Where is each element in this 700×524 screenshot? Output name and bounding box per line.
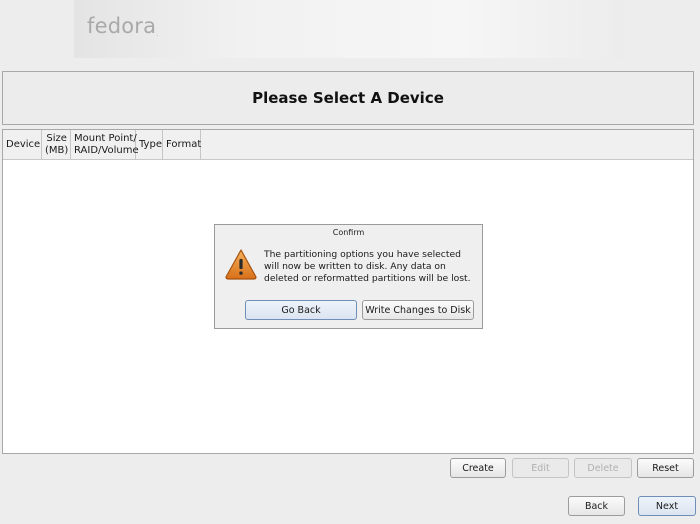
warning-icon [225, 249, 257, 280]
logo-mark: . [156, 31, 159, 38]
create-button[interactable]: Create [450, 458, 506, 478]
edit-button[interactable]: Edit [512, 458, 569, 478]
column-header-size[interactable]: Size (MB) [42, 130, 71, 159]
reset-button[interactable]: Reset [637, 458, 694, 478]
column-header-device[interactable]: Device [3, 130, 42, 159]
delete-button[interactable]: Delete [574, 458, 632, 478]
back-button[interactable]: Back [568, 496, 625, 516]
column-label: Type [139, 138, 162, 150]
header-banner: fedora. [74, 0, 624, 58]
column-label: Format [166, 138, 202, 150]
page-title: Please Select A Device [252, 89, 444, 107]
write-changes-button[interactable]: Write Changes to Disk [362, 300, 474, 320]
column-header-mount-point[interactable]: Mount Point/RAID/Volume [71, 130, 139, 159]
title-panel: Please Select A Device [2, 71, 694, 125]
column-label: Device [6, 138, 41, 150]
next-button[interactable]: Next [638, 496, 696, 516]
column-label: Mount Point/RAID/Volume [74, 132, 139, 156]
dialog-message: The partitioning options you have select… [264, 249, 471, 284]
column-label: Size (MB) [45, 132, 69, 156]
logo-text: fedora [87, 14, 157, 38]
column-header-type[interactable]: Type [136, 130, 163, 159]
fedora-logo: fedora. [87, 14, 158, 38]
tree-header: Device Size (MB) Mount Point/RAID/Volume … [3, 130, 693, 160]
column-header-format[interactable]: Format [163, 130, 201, 159]
confirm-dialog: Confirm The partitioning options you hav… [214, 224, 483, 329]
go-back-button[interactable]: Go Back [245, 300, 357, 320]
dialog-title: Confirm [332, 228, 365, 237]
